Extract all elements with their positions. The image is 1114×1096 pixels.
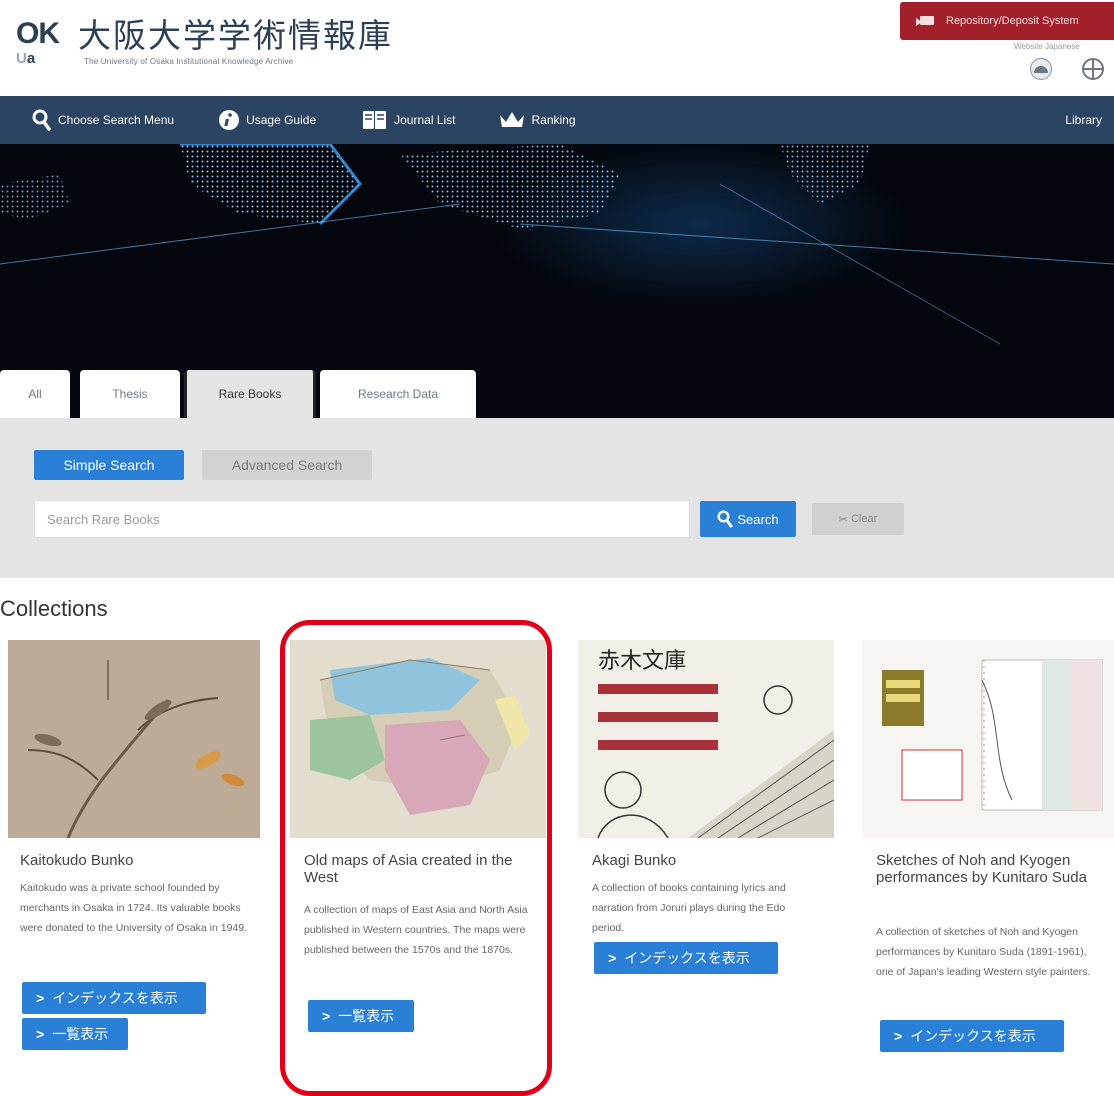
search-icon bbox=[32, 109, 51, 131]
site-header: OK Ua 大阪大学学術情報庫 The University of Osaka … bbox=[0, 0, 1114, 96]
search-button-label: Search bbox=[737, 511, 779, 527]
nav-library[interactable]: Library bbox=[1065, 96, 1102, 144]
site-title-english: The University of Osaka Institutional Kn… bbox=[84, 57, 294, 66]
card-title[interactable]: Kaitokudo Bunko bbox=[20, 852, 252, 869]
chevron-right-icon: > bbox=[322, 1008, 331, 1024]
simple-search-button[interactable]: Simple Search bbox=[34, 450, 184, 480]
collection-card-akagi: 赤木文庫 Akagi Bunko A collection of books c… bbox=[578, 640, 834, 1060]
globe-icon[interactable] bbox=[1082, 58, 1104, 80]
button-label: 一覧表示 bbox=[52, 1026, 109, 1042]
clear-button[interactable]: ✂ Clear bbox=[812, 503, 904, 535]
repository-deposit-label: Repository/Deposit System bbox=[946, 15, 1079, 27]
tab-rare-books[interactable]: Rare Books bbox=[184, 370, 316, 418]
show-index-button[interactable]: > インデックスを表示 bbox=[594, 942, 778, 974]
search-tabs: All Thesis Rare Books Research Data bbox=[0, 370, 1114, 418]
list-view-button[interactable]: > 一覧表示 bbox=[308, 1000, 414, 1032]
deposit-icon bbox=[916, 15, 936, 27]
language-labels: Website Japanese bbox=[1014, 42, 1080, 51]
main-navbar: Choose Search Menu Usage Guide Journal L… bbox=[0, 96, 1114, 144]
site-title-japanese[interactable]: 大阪大学学術情報庫 bbox=[78, 16, 393, 56]
noh-sketches-image[interactable] bbox=[862, 640, 1114, 838]
search-input[interactable]: Search Rare Books bbox=[34, 500, 690, 538]
card-description: Kaitokudo was a private school founded b… bbox=[20, 882, 248, 934]
japanese-language-icon[interactable] bbox=[1030, 58, 1052, 80]
search-icon bbox=[717, 510, 733, 528]
chevron-right-icon: > bbox=[36, 990, 45, 1006]
list-view-button[interactable]: > 一覧表示 bbox=[22, 1018, 128, 1050]
button-label: 一覧表示 bbox=[338, 1008, 395, 1024]
button-label: インデックスを表示 bbox=[910, 1028, 1036, 1044]
collection-card-noh-sketches: Sketches of Noh and Kyogen performances … bbox=[862, 640, 1114, 1060]
logo-a-letter: a bbox=[26, 50, 36, 67]
card-description: A collection of sketches of Noh and Kyog… bbox=[876, 926, 1091, 978]
button-label: インデックスを表示 bbox=[52, 990, 178, 1006]
nav-label: Usage Guide bbox=[246, 113, 317, 127]
nav-label: Ranking bbox=[531, 113, 576, 127]
tab-thesis[interactable]: Thesis bbox=[80, 370, 180, 418]
card-description: A collection of maps of East Asia and No… bbox=[304, 904, 528, 956]
card-title[interactable]: Old maps of Asia created in the West bbox=[304, 852, 536, 886]
journal-icon bbox=[363, 111, 387, 129]
show-index-button[interactable]: > インデックスを表示 bbox=[880, 1020, 1064, 1052]
nav-usage-guide[interactable]: Usage Guide bbox=[218, 96, 316, 144]
search-panel: Simple Search Advanced Search Search Rar… bbox=[0, 418, 1114, 578]
akagi-bunko-image: 赤木文庫 bbox=[578, 640, 834, 838]
collection-card-kaitokudo: Kaitokudo Bunko Kaitokudo was a private … bbox=[8, 640, 260, 1060]
nav-ranking[interactable]: Ranking bbox=[498, 96, 576, 144]
chevron-right-icon: > bbox=[608, 950, 617, 966]
collection-card-old-maps: Old maps of Asia created in the West A c… bbox=[290, 640, 546, 1060]
tab-research-data[interactable]: Research Data bbox=[320, 370, 476, 418]
ink-painting-image bbox=[8, 640, 260, 838]
info-icon bbox=[219, 110, 240, 130]
nav-choose-search-menu[interactable]: Choose Search Menu bbox=[32, 96, 174, 144]
logo-u-letter: U bbox=[16, 50, 27, 67]
nav-label: Choose Search Menu bbox=[58, 113, 175, 127]
tab-all[interactable]: All bbox=[0, 370, 70, 418]
search-button[interactable]: Search bbox=[700, 501, 796, 537]
repository-deposit-button[interactable]: Repository/Deposit System bbox=[900, 2, 1114, 40]
akagi-image[interactable]: 赤木文庫 bbox=[578, 640, 834, 838]
akagi-image-title: 赤木文庫 bbox=[598, 649, 686, 674]
advanced-search-button[interactable]: Advanced Search bbox=[202, 450, 372, 480]
clear-icon: ✂ bbox=[838, 513, 848, 526]
card-description: A collection of books containing lyrics … bbox=[592, 882, 786, 934]
card-title[interactable]: Sketches of Noh and Kyogen performances … bbox=[876, 852, 1108, 886]
nav-journal-list[interactable]: Journal List bbox=[362, 96, 456, 144]
chevron-right-icon: > bbox=[36, 1026, 45, 1042]
crown-icon bbox=[499, 112, 524, 127]
sketchbook-image bbox=[862, 640, 1114, 838]
site-logo[interactable]: OK Ua bbox=[16, 18, 72, 68]
nav-label: Journal List bbox=[394, 113, 456, 127]
logo-ok-text: OK bbox=[16, 17, 60, 50]
old-maps-image[interactable] bbox=[290, 640, 546, 838]
asia-map-image bbox=[290, 640, 546, 838]
clear-button-label: Clear bbox=[850, 513, 878, 525]
logo-ua-text: Ua bbox=[16, 50, 35, 68]
hero-banner: All Thesis Rare Books Research Data Simp… bbox=[0, 144, 1114, 578]
chevron-right-icon: > bbox=[894, 1028, 903, 1044]
button-label: インデックスを表示 bbox=[624, 950, 750, 966]
show-index-button[interactable]: > インデックスを表示 bbox=[22, 982, 206, 1014]
card-title[interactable]: Akagi Bunko bbox=[592, 852, 824, 869]
kaitokudo-image[interactable] bbox=[8, 640, 260, 838]
collections-heading: Collections bbox=[0, 596, 108, 621]
